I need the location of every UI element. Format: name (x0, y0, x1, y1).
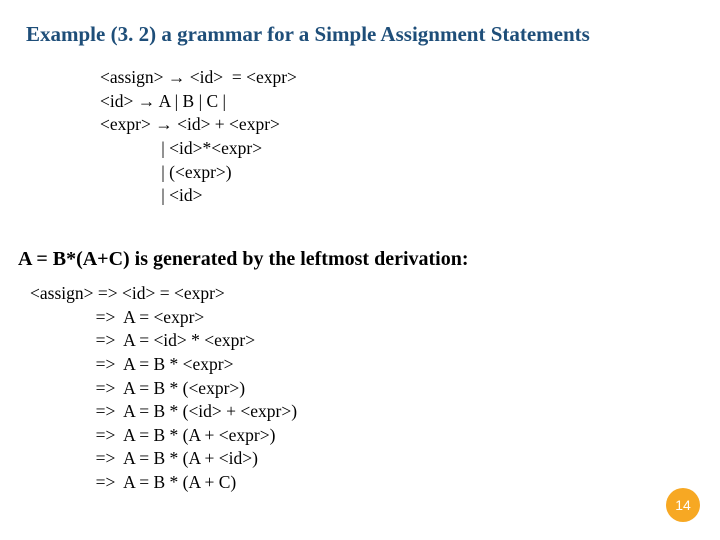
slide: Example (3. 2) a grammar for a Simple As… (0, 0, 720, 540)
slide-title: Example (3. 2) a grammar for a Simple As… (26, 22, 590, 47)
grammar-block: <assign> → <id> = <expr> <id> → A | B | … (100, 66, 297, 208)
derivation-caption: A = B*(A+C) is generated by the leftmost… (18, 248, 469, 271)
derivation-block: <assign> => <id> = <expr> => A = <expr> … (30, 282, 297, 495)
page-number-badge: 14 (666, 488, 700, 522)
